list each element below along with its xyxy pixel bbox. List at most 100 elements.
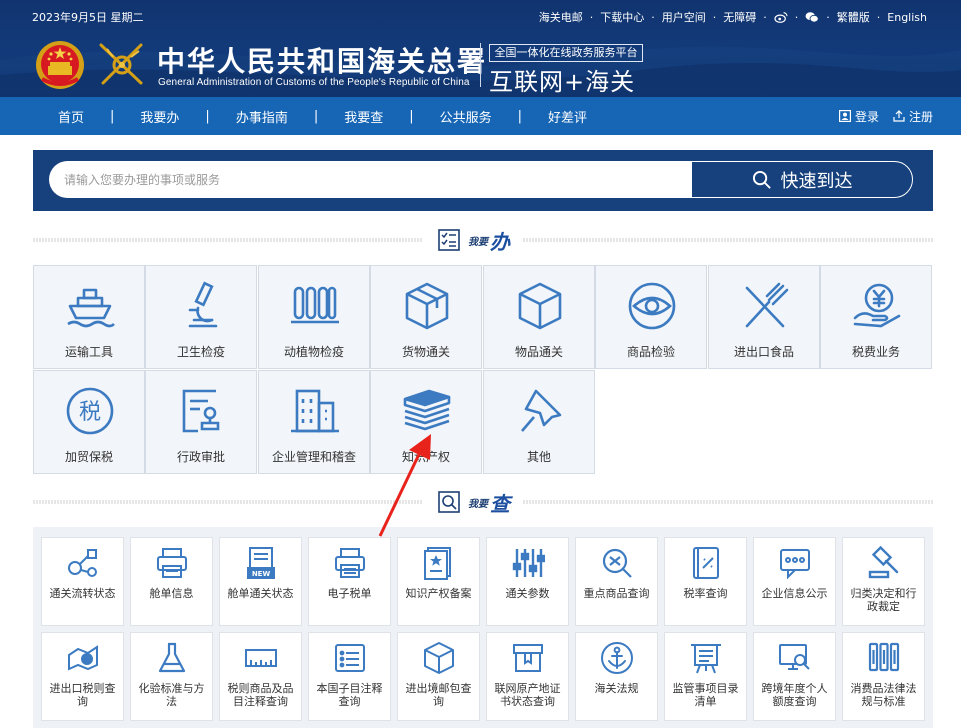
register-label: 注册 bbox=[908, 109, 933, 124]
site-header: 2023年9月5日 星期二 海关电邮 · 下载中心 · 用户空间 · 无障碍 ·… bbox=[0, 0, 961, 97]
query-certificate-of-origin[interactable]: 联网原产地证书状态查询 bbox=[486, 632, 569, 721]
query-crossborder-personal-quota[interactable]: 跨境年度个人额度查询 bbox=[753, 632, 836, 721]
nav-service-guide[interactable]: 办事指南 bbox=[236, 107, 288, 126]
service-import-export-food[interactable]: 进出口食品 bbox=[708, 265, 820, 369]
service-tax-business[interactable]: 税费业务 bbox=[820, 265, 932, 369]
query-commodity-notes[interactable]: 税则商品及品目注释查询 bbox=[219, 632, 302, 721]
query-national-subheading-notes[interactable]: 本国子目注释查询 bbox=[308, 632, 391, 721]
service-other[interactable]: 其他 bbox=[483, 370, 595, 474]
query-label: 海关法规 bbox=[594, 682, 639, 695]
flow-icon bbox=[68, 549, 97, 577]
nav-i-want-to-handle[interactable]: 我要办 bbox=[140, 107, 179, 126]
nav-review[interactable]: 好差评 bbox=[548, 107, 587, 126]
site-title: 中华人民共和国海关总署 bbox=[157, 45, 488, 78]
list-doc-icon bbox=[335, 644, 365, 672]
approval-stamp-icon bbox=[182, 389, 220, 433]
platform-label: 全国一体化在线政务服务平台 bbox=[489, 44, 643, 62]
columns-icon bbox=[868, 642, 900, 672]
test-tubes-icon bbox=[291, 286, 339, 324]
query-consumer-goods-standards[interactable]: 消费品法律法规与标准 bbox=[842, 632, 925, 721]
quick-access-button[interactable]: 快速到达 bbox=[691, 161, 913, 198]
national-emblem-icon bbox=[36, 41, 84, 89]
service-commodity-inspection[interactable]: 商品检验 bbox=[595, 265, 707, 369]
query-tariff-schedule[interactable]: 进出口税则查询 bbox=[41, 632, 124, 721]
service-enterprise-management[interactable]: 企业管理和稽查 bbox=[258, 370, 370, 474]
service-bonded-processing[interactable]: 税 加贸保税 bbox=[33, 370, 145, 474]
login-button[interactable]: 登录 bbox=[838, 108, 879, 125]
box-icon bbox=[518, 282, 562, 330]
rate-book-icon bbox=[693, 547, 719, 579]
nav-public-service[interactable]: 公共服务 bbox=[440, 107, 492, 126]
query-classification-rulings[interactable]: 归类决定和行政裁定 bbox=[842, 537, 925, 626]
query-label: 本国子目注释查询 bbox=[316, 682, 383, 708]
link-customs-mail[interactable]: 海关电邮 bbox=[539, 9, 583, 25]
section-heading-query: 我要 查 bbox=[33, 488, 933, 516]
query-services-grid: 通关流转状态 舱单信息 NEW 舱单通关状态 电子税单 知识产权备案 通关参数 … bbox=[33, 527, 933, 728]
query-enterprise-info[interactable]: 企业信息公示 bbox=[753, 537, 836, 626]
quick-access-label: 快速到达 bbox=[780, 170, 853, 192]
service-animal-plant-quarantine[interactable]: 动植物检疫 bbox=[258, 265, 370, 369]
service-health-quarantine[interactable]: 卫生检疫 bbox=[145, 265, 257, 369]
service-label: 物品通关 bbox=[514, 345, 563, 359]
query-lab-standards[interactable]: 化验标准与方法 bbox=[130, 632, 213, 721]
platform-name: 互联网+海关 bbox=[489, 68, 636, 96]
weibo-icon[interactable] bbox=[774, 11, 788, 23]
microscope-icon bbox=[188, 281, 218, 328]
link-accessibility[interactable]: 无障碍 bbox=[723, 9, 756, 25]
query-label: 跨境年度个人额度查询 bbox=[761, 682, 828, 708]
link-english[interactable]: English bbox=[887, 11, 927, 24]
nav-i-want-to-query[interactable]: 我要查 bbox=[344, 107, 383, 126]
handle-services-grid: 运输工具 卫生检疫 动植物检疫 货物通关 物品通关 商品检验 进出口食品 税费业… bbox=[33, 265, 933, 475]
query-manifest-clearance-status[interactable]: NEW 舱单通关状态 bbox=[219, 537, 302, 626]
query-label: 进出境邮包查询 bbox=[405, 682, 472, 708]
register-button[interactable]: 注册 bbox=[893, 108, 933, 125]
origin-box-icon bbox=[513, 644, 543, 672]
new-doc-icon: NEW bbox=[247, 547, 275, 579]
query-ip-filing[interactable]: 知识产权备案 bbox=[397, 537, 480, 626]
query-manifest-info[interactable]: 舱单信息 bbox=[130, 537, 213, 626]
service-label: 动植物检疫 bbox=[283, 345, 344, 359]
service-label: 税费业务 bbox=[851, 345, 900, 359]
service-transport[interactable]: 运输工具 bbox=[33, 265, 145, 369]
gavel-icon bbox=[868, 546, 899, 579]
service-intellectual-property[interactable]: 知识产权 bbox=[370, 370, 482, 474]
query-tax-rate[interactable]: 税率查询 bbox=[664, 537, 747, 626]
service-goods-clearance[interactable]: 物品通关 bbox=[483, 265, 595, 369]
query-electronic-tax-bill[interactable]: 电子税单 bbox=[308, 537, 391, 626]
printer-icon bbox=[157, 548, 187, 578]
query-label: 税率查询 bbox=[683, 587, 728, 600]
query-clearance-parameters[interactable]: 通关参数 bbox=[486, 537, 569, 626]
link-download-center[interactable]: 下载中心 bbox=[600, 9, 644, 25]
wechat-icon[interactable] bbox=[805, 11, 819, 23]
query-customs-regulations[interactable]: 海关法规 bbox=[575, 632, 658, 721]
package-icon bbox=[405, 282, 449, 330]
service-label: 企业管理和稽查 bbox=[271, 450, 356, 464]
site-title-english: General Administration of Customs of the… bbox=[158, 77, 470, 88]
query-clearance-flow-status[interactable]: 通关流转状态 bbox=[41, 537, 124, 626]
query-key-commodities[interactable]: 重点商品查询 bbox=[575, 537, 658, 626]
query-label: 通关参数 bbox=[505, 587, 550, 600]
query-label: 进出口税则查询 bbox=[49, 682, 116, 708]
eye-icon bbox=[628, 282, 676, 330]
link-traditional-chinese[interactable]: 繁體版 bbox=[837, 9, 870, 25]
service-administrative-approval[interactable]: 行政审批 bbox=[145, 370, 257, 474]
section-query-prefix: 我要 bbox=[468, 498, 488, 510]
service-label: 运输工具 bbox=[64, 345, 113, 359]
search-input[interactable] bbox=[49, 161, 691, 198]
service-label: 知识产权 bbox=[401, 450, 450, 464]
printer-doc-icon bbox=[335, 548, 365, 578]
current-date: 2023年9月5日 星期二 bbox=[32, 11, 144, 24]
service-cargo-clearance[interactable]: 货物通关 bbox=[370, 265, 482, 369]
user-card-icon bbox=[838, 110, 851, 122]
svg-text:NEW: NEW bbox=[252, 570, 271, 578]
building-icon bbox=[291, 389, 339, 433]
query-postal-parcel[interactable]: 进出境邮包查询 bbox=[397, 632, 480, 721]
nav-home[interactable]: 首页 bbox=[58, 107, 84, 126]
query-label: 联网原产地证书状态查询 bbox=[494, 682, 561, 708]
link-user-space[interactable]: 用户空间 bbox=[662, 9, 706, 25]
query-label: 化验标准与方法 bbox=[138, 682, 205, 708]
ruler-icon bbox=[245, 649, 277, 667]
service-label: 进出口食品 bbox=[733, 345, 794, 359]
query-label: 税则商品及品目注释查询 bbox=[227, 682, 294, 708]
query-supervision-catalog[interactable]: 监管事项目录清单 bbox=[664, 632, 747, 721]
